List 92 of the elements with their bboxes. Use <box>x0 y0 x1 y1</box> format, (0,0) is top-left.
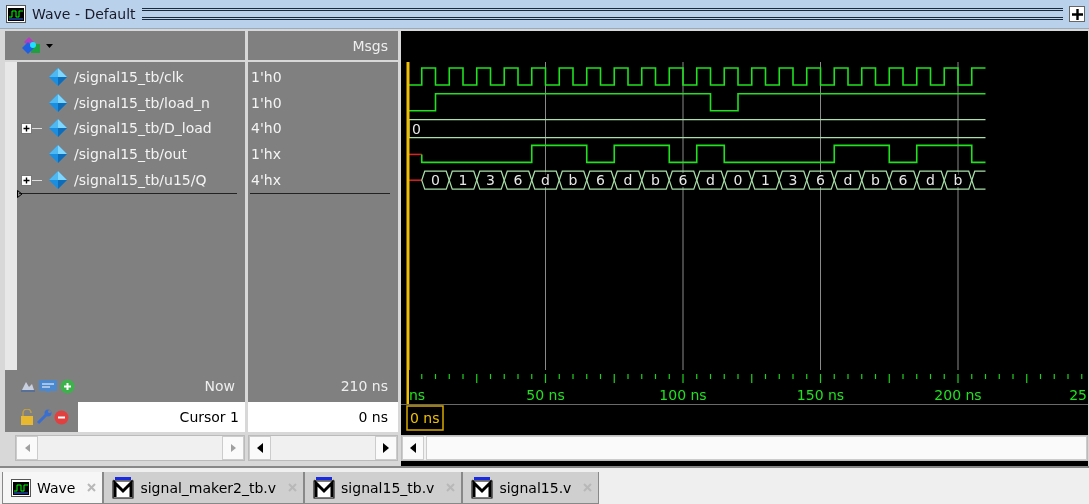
expand-button[interactable] <box>1069 6 1085 22</box>
horizontal-scrollbar[interactable] <box>248 435 398 461</box>
bus-segment <box>668 170 698 190</box>
signal-name[interactable]: /signal15_tb/load_n <box>74 94 210 111</box>
scroll-left-icon[interactable] <box>249 436 271 460</box>
signal-value: 1'h0 <box>251 94 282 111</box>
bus-value: 0 <box>733 172 743 189</box>
signal-icon <box>48 118 68 139</box>
bus-value: 6 <box>513 172 523 189</box>
time-label: 100 ns <box>659 387 707 403</box>
signal-name[interactable]: /signal15_tb/u15/Q <box>74 172 207 189</box>
document-tab[interactable]: signal15_tb.v <box>304 472 463 504</box>
document-tab[interactable]: signal15.v <box>462 472 600 504</box>
signal-icon <box>48 66 68 87</box>
bus-value: 3 <box>788 172 798 189</box>
cursor-name-field[interactable]: Cursor 1 <box>78 402 245 432</box>
bus-segment <box>641 170 670 190</box>
remove-icon[interactable] <box>54 409 69 425</box>
drag-handle[interactable] <box>141 8 1063 20</box>
caret-icon[interactable] <box>46 43 53 48</box>
unknown-value-mark <box>408 179 423 181</box>
m-logo-icon <box>471 476 494 499</box>
bus-segment <box>778 170 808 190</box>
bus-segment <box>586 170 615 190</box>
signal-name[interactable]: /signal15_tb/clk <box>74 68 184 85</box>
cursor-marker[interactable] <box>406 405 444 431</box>
bus-segment <box>558 170 588 190</box>
lock-icon[interactable] <box>20 409 34 425</box>
now-time: 210 ns <box>340 378 389 394</box>
signal-name[interactable]: /signal15_tb/D_load <box>74 120 212 137</box>
document-tab[interactable]: signal_maker2_tb.v <box>103 472 305 504</box>
document-tab[interactable]: Wave <box>2 472 104 504</box>
insertion-marker-icon <box>17 190 23 198</box>
wave-icon <box>11 478 31 497</box>
signal-value: 4'hx <box>251 172 281 189</box>
expand-toggle[interactable] <box>21 123 32 134</box>
bus-segment <box>723 170 753 190</box>
screen-icon[interactable] <box>38 378 58 394</box>
bus-segment <box>751 170 780 190</box>
bus-segment <box>421 170 450 190</box>
time-label: ns <box>409 387 426 403</box>
time-label: 25 <box>1069 387 1087 403</box>
time-label: 150 ns <box>796 387 845 403</box>
bus-value: b <box>568 172 578 189</box>
bus-value: d <box>623 172 633 189</box>
bus-segment <box>916 170 945 190</box>
time-label: 200 ns <box>934 387 982 403</box>
shapes-icon[interactable] <box>21 35 43 56</box>
bus-value: 1 <box>458 172 468 189</box>
add-icon[interactable] <box>60 378 75 394</box>
bus-segment <box>696 170 725 190</box>
bus-segment <box>833 170 863 190</box>
signal-icon <box>48 144 68 165</box>
signal-value: 1'h0 <box>251 68 282 85</box>
bus-value: b <box>651 172 660 189</box>
bus-value: 1 <box>761 172 770 189</box>
bus-value: b <box>953 172 963 189</box>
expand-toggle[interactable] <box>21 174 32 186</box>
bus-value: 3 <box>486 172 495 189</box>
scroll-right-icon[interactable] <box>375 436 397 460</box>
bus-value: 6 <box>596 172 605 189</box>
wave-icon <box>6 5 26 23</box>
close-icon[interactable] <box>87 483 97 492</box>
signal-value: 1'hx <box>251 146 281 163</box>
m-logo-icon <box>112 476 135 499</box>
bus-value: d <box>843 172 853 189</box>
m-logo-icon <box>313 476 336 499</box>
time-label: 50 ns <box>526 387 565 403</box>
plus-icon <box>1071 8 1083 20</box>
signal-name[interactable]: /signal15_tb/out <box>74 146 187 163</box>
scroll-left-icon[interactable] <box>402 436 424 460</box>
bus-segment <box>888 170 918 190</box>
cursor-time-label: 0 ns <box>410 410 440 426</box>
signal-icon <box>48 92 68 113</box>
window-title: Wave - Default <box>32 6 136 22</box>
bus-segment <box>861 170 890 190</box>
bus-value: d <box>926 172 935 189</box>
now-label: Now <box>204 378 236 394</box>
column-header: Msgs <box>352 37 388 54</box>
bus-segment <box>448 170 478 190</box>
bus-value: 6 <box>678 172 688 189</box>
signal-icon <box>48 170 68 191</box>
bus-segment <box>503 170 533 190</box>
cursor-time: 0 ns <box>358 409 389 425</box>
bus-value: 0 <box>431 172 440 189</box>
bus-value: b <box>871 172 880 189</box>
bus-segment <box>613 170 643 190</box>
signal-value: 4'h0 <box>251 120 282 137</box>
bus-value: d <box>706 172 715 189</box>
bus-value: 0 <box>412 120 421 137</box>
bus-segment <box>476 170 505 190</box>
bus-value: 6 <box>898 172 908 189</box>
